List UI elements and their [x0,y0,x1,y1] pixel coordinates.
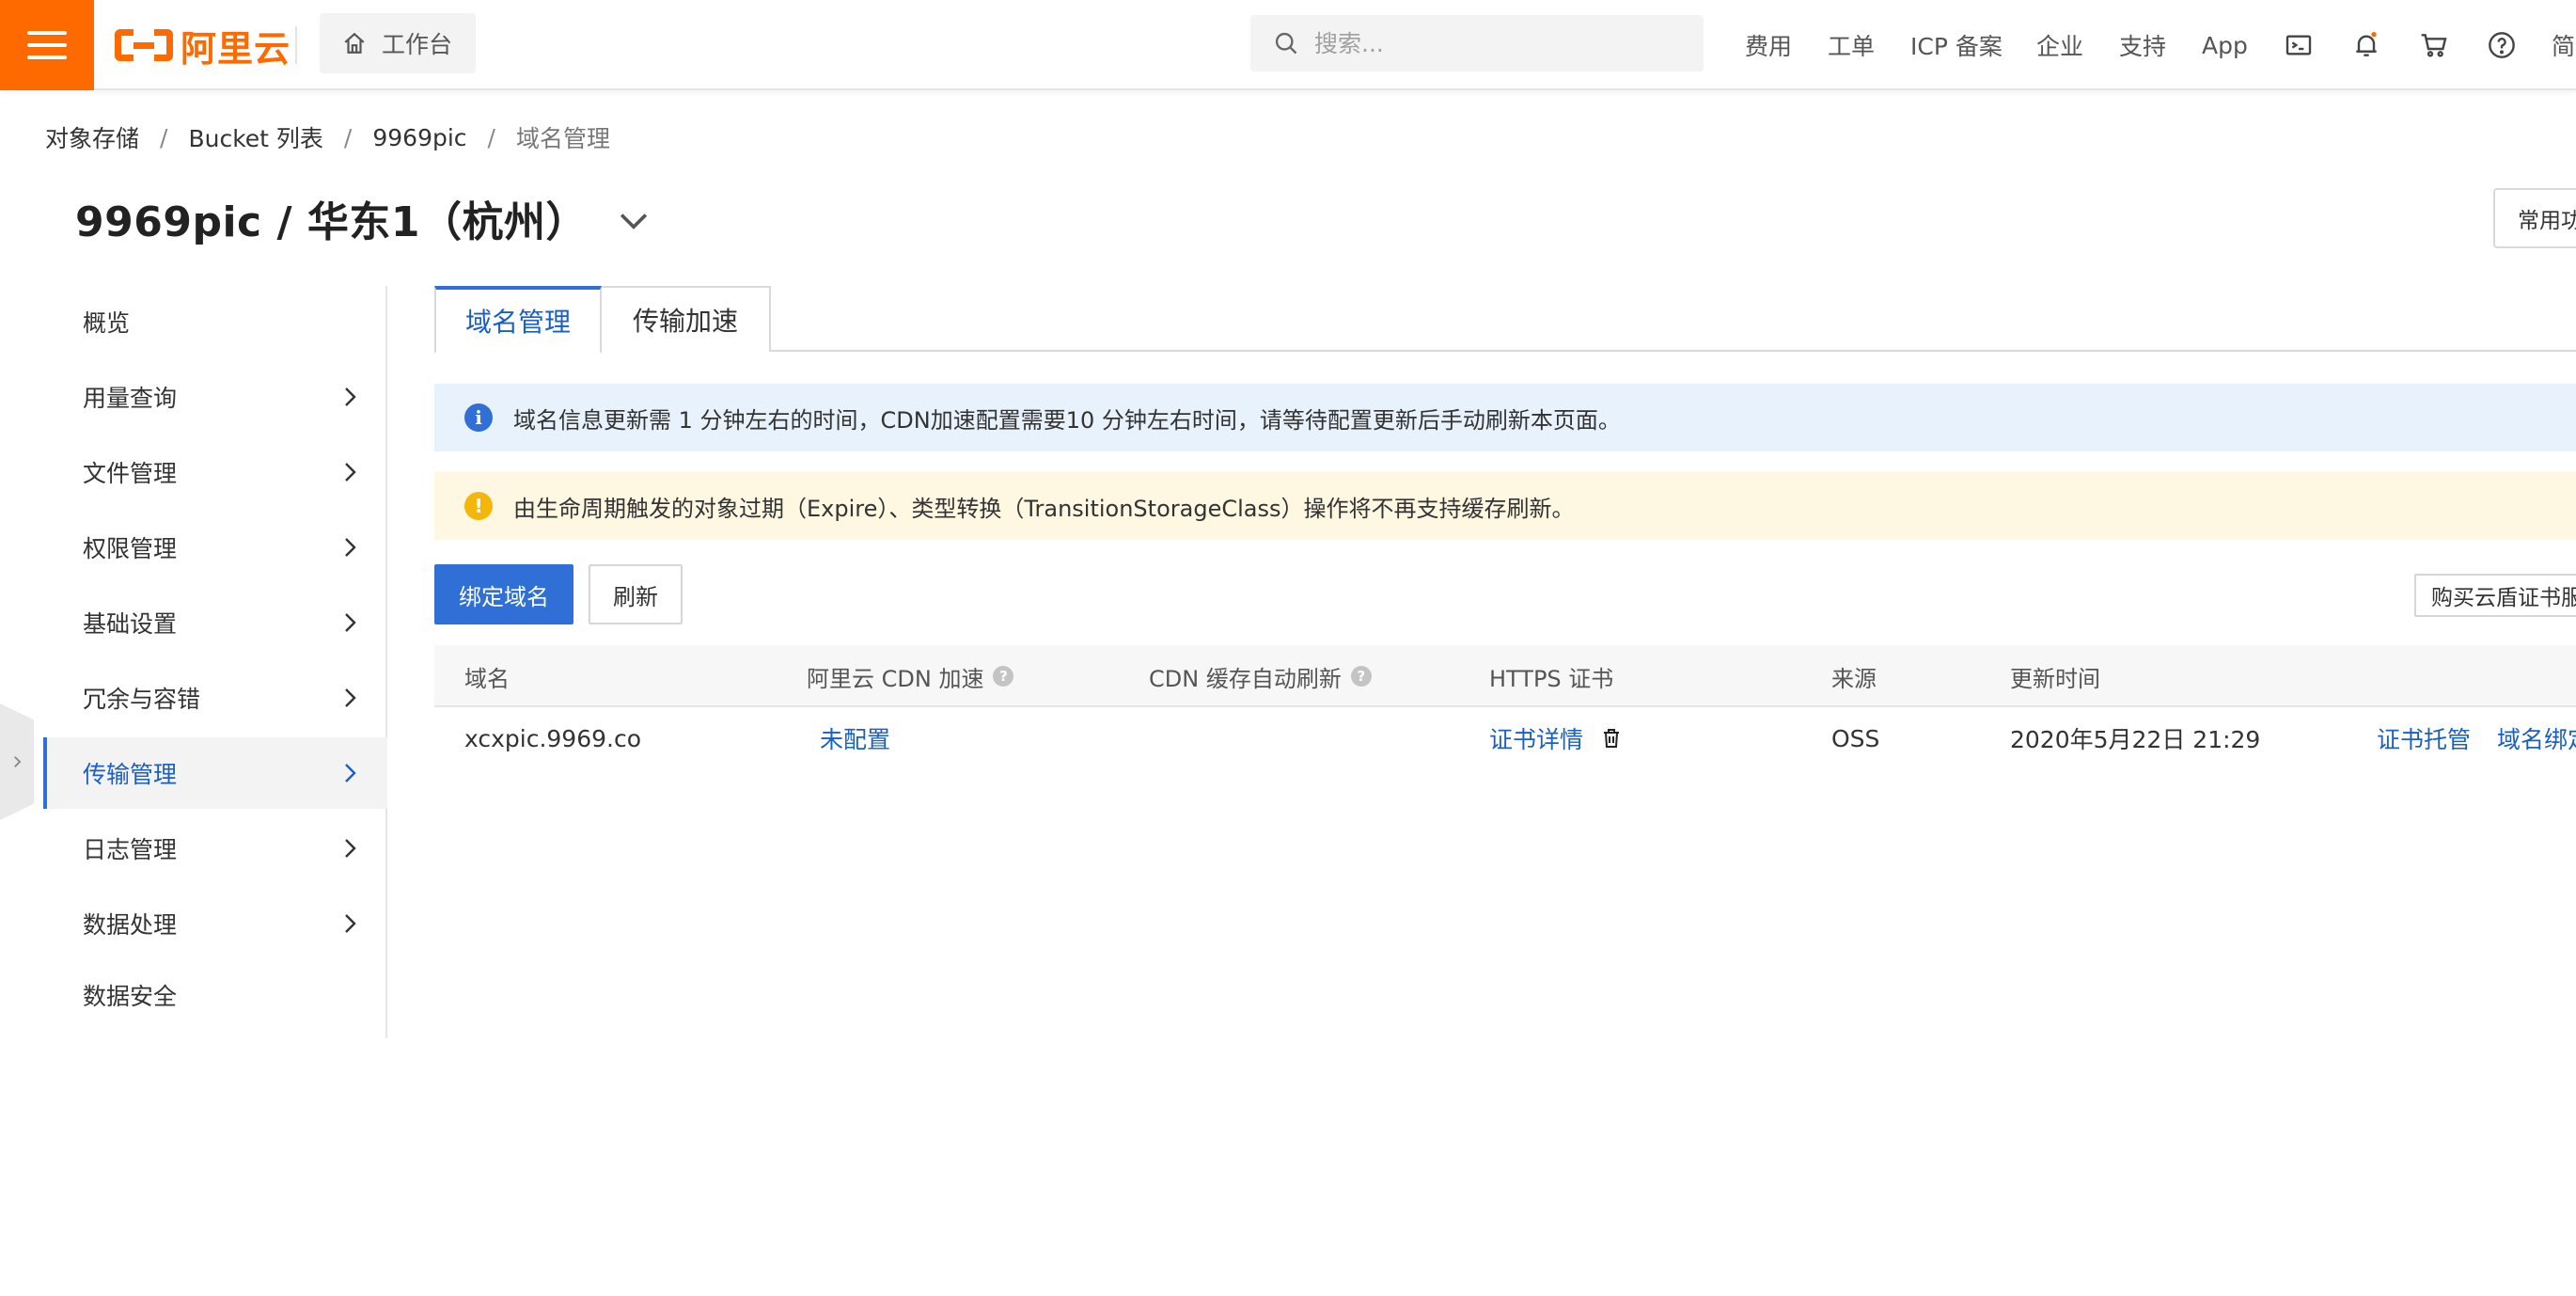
column-header-cdn-refresh: CDN 缓存自动刷新 ? [1149,645,1372,707]
domain-binding-link[interactable]: 域名绑定 [2497,707,2576,769]
menu-item-transfer[interactable]: 传输管理 [43,737,387,809]
table-header: 域名 阿里云 CDN 加速 ? CDN 缓存自动刷新 ? HTTPS 证书 来源… [434,645,2576,707]
warning-alert-text: 由生命周期触发的对象过期（Expire）、类型转换（TransitionStor… [513,495,1575,522]
nav-tickets[interactable]: 工单 [1828,0,1875,90]
breadcrumb-separator: / [160,123,168,151]
chevron-right-icon [345,914,356,933]
menu-item-basic-settings[interactable]: 基础设置 [43,587,387,658]
menu-item-label: 数据安全 [83,983,178,1010]
nav-icp[interactable]: ICP 备案 [1910,0,2003,90]
menu-item-label: 基础设置 [83,610,178,638]
buy-certificate-button[interactable]: 购买云盾证书服 [2414,574,2576,617]
table-row: xcxpic.9969.co 未配置 证书详情 OSS 2020年5月22日 2… [434,707,2576,769]
certificate-hosting-link[interactable]: 证书托管 [2377,707,2471,769]
info-alert-text: 域名信息更新需 1 分钟左右的时间，CDN加速配置需要10 分钟左右时间，请等待… [513,406,1621,434]
divider [295,26,297,64]
side-menu: 概览 用量查询 文件管理 权限管理 基础设置 冗余与容错 传输管理 日志管理 数… [43,286,387,1038]
breadcrumb-separator: / [487,123,495,151]
cell-source: OSS [1831,724,1880,752]
bell-icon[interactable] [2347,25,2386,65]
menu-item-label: 传输管理 [83,761,178,788]
common-functions-button[interactable]: 常用功 [2493,188,2576,248]
breadcrumb: 对象存储 / Bucket 列表 / 9969pic / 域名管理 [45,120,610,154]
nav-app[interactable]: App [2202,0,2248,90]
chevron-right-icon [14,756,22,767]
menu-item-usage[interactable]: 用量查询 [43,361,387,433]
menu-item-redundancy[interactable]: 冗余与容错 [43,662,387,734]
chevron-right-icon [345,764,356,782]
breadcrumb-separator: / [343,123,353,151]
logo-text: 阿里云 [181,27,291,70]
chevron-right-icon [345,688,356,707]
nav-support[interactable]: 支持 [2119,0,2166,90]
nav-enterprise[interactable]: 企业 [2036,0,2083,90]
menu-item-label: 权限管理 [83,535,178,562]
refresh-button[interactable]: 刷新 [589,564,683,624]
home-icon [344,32,365,54]
chevron-down-icon[interactable] [613,199,654,241]
breadcrumb-bucket-list[interactable]: Bucket 列表 [188,120,322,154]
search-box[interactable] [1250,15,1704,71]
aliyun-logo-mark [115,27,173,63]
column-header-updated: 更新时间 [2010,665,2100,692]
chevron-right-icon [345,387,356,406]
menu-item-data-security[interactable]: 数据安全 [43,959,387,1031]
help-icon[interactable]: ? [1350,666,1372,687]
menu-item-files[interactable]: 文件管理 [43,436,387,508]
menu-item-data-processing[interactable]: 数据处理 [43,888,387,959]
cdn-not-configured-link[interactable]: 未配置 [820,707,890,769]
menu-item-label: 日志管理 [83,836,178,863]
menu-item-overview[interactable]: 概览 [43,286,387,357]
cell-https: 证书详情 [1489,707,1623,769]
breadcrumb-oss[interactable]: 对象存储 [45,120,139,154]
terminal-icon[interactable] [2279,25,2318,65]
menu-item-label: 数据处理 [83,911,178,939]
menu-item-label: 概览 [83,309,131,337]
workbench-button[interactable]: 工作台 [320,13,476,73]
aliyun-logo[interactable]: 阿里云 [115,23,291,70]
cart-icon[interactable] [2414,25,2454,65]
search-icon [1275,32,1297,55]
language-switch[interactable]: 简 [2552,0,2575,90]
help-icon[interactable] [2482,25,2521,65]
menu-item-label: 用量查询 [83,385,178,412]
breadcrumb-bucket[interactable]: 9969pic [372,124,466,151]
chevron-right-icon [345,839,356,858]
trash-icon[interactable] [1600,726,1623,751]
cell-updated: 2020年5月22日 21:29 [2010,726,2261,753]
help-icon[interactable]: ? [993,666,1014,687]
column-header-source: 来源 [1831,665,1877,692]
nav-fees[interactable]: 费用 [1745,0,1792,90]
menu-item-label: 冗余与容错 [83,686,201,713]
chevron-right-icon [345,613,356,632]
certificate-details-link[interactable]: 证书详情 [1489,721,1583,755]
menu-item-logs[interactable]: 日志管理 [43,813,387,884]
tab-bar: 域名管理 传输加速 [434,286,2576,354]
sidebar-collapse-toggle[interactable] [0,703,34,820]
warning-alert: ! 由生命周期触发的对象过期（Expire）、类型转换（TransitionSt… [434,472,2576,540]
top-bar: 阿里云 工作台 费用 工单 ICP 备案 企业 支持 App 简 [0,0,2576,90]
column-header-domain: 域名 [464,665,510,692]
search-input[interactable] [1314,29,1672,57]
tab-domain-management[interactable]: 域名管理 [434,286,602,354]
chevron-right-icon [345,538,356,557]
info-icon: i [464,403,493,432]
info-alert: i 域名信息更新需 1 分钟左右的时间，CDN加速配置需要10 分钟左右时间，请… [434,384,2576,451]
tab-transfer-acceleration[interactable]: 传输加速 [602,286,771,352]
bind-domain-button[interactable]: 绑定域名 [434,564,573,624]
menu-item-label: 文件管理 [83,460,178,487]
hamburger-menu-icon[interactable] [0,0,94,90]
workbench-label: 工作台 [382,31,453,58]
column-header-cdn: 阿里云 CDN 加速 ? [807,645,1014,707]
column-header-https: HTTPS 证书 [1489,665,1614,692]
menu-item-permissions[interactable]: 权限管理 [43,512,387,583]
breadcrumb-current: 域名管理 [515,125,610,152]
page-title: 9969pic / 华东1（杭州） [75,198,588,246]
warning-icon: ! [464,492,493,520]
chevron-right-icon [345,463,356,482]
cell-domain: xcxpic.9969.co [464,724,642,752]
